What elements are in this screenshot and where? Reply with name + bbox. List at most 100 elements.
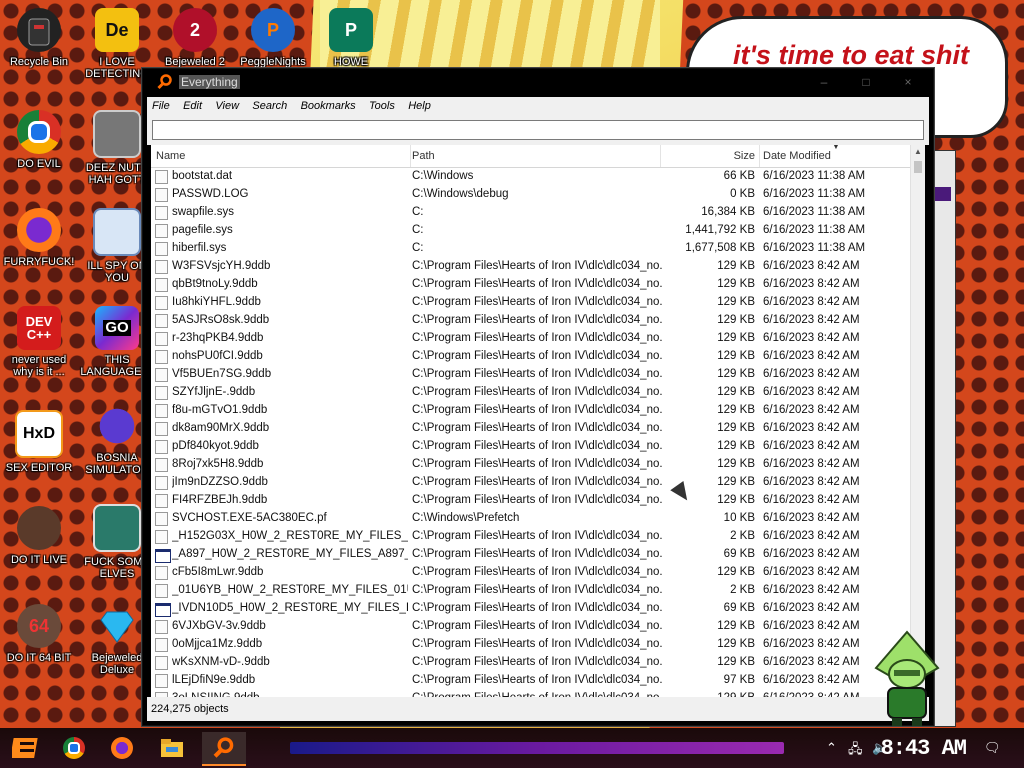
table-row[interactable]: 3oLNSIING.9ddb C:\Program Files\Hearts of… [151,689,911,697]
chrome-icon [63,737,85,759]
file-path: C:\Program Files\Hearts of Iron IV\dlc\d… [412,602,662,614]
file-icon [155,224,168,238]
menu-tools[interactable]: Tools [364,97,400,115]
menu-view[interactable]: View [210,97,244,115]
network-icon[interactable]: 🖧 [848,740,863,762]
file-date-modified: 6/16/2023 8:42 AM [763,296,860,308]
hta-file-icon [155,549,171,563]
column-header-name[interactable]: Name [151,145,411,167]
file-icon [155,170,168,184]
taskbar-firefox[interactable] [104,732,140,764]
menu-search[interactable]: Search [247,97,292,115]
table-row[interactable]: Iu8hkiYHFL.9ddb C:\Program Files\Hearts o… [151,293,911,311]
file-path: C:\Program Files\Hearts of Iron IV\dlc\d… [412,260,662,272]
table-row[interactable]: qbBt9tnoLy.9ddb C:\Program Files\Hearts o… [151,275,911,293]
taskbar-file-explorer[interactable] [154,732,190,764]
file-size: 129 KB [717,368,755,380]
table-row[interactable]: f8u-mGTvO1.9ddb C:\Program Files\Hearts o… [151,401,911,419]
file-name: 3oLNSIING.9ddb [172,689,408,697]
table-row[interactable]: _IVDN10D5_H0W_2_REST0RE_MY_FILES_IVD... C… [151,599,911,617]
vertical-scrollbar[interactable]: ▲ [910,145,925,697]
file-size: 129 KB [717,440,755,452]
desktop-icon-do-it-64-bit[interactable]: 64 DO IT 64 BIT [2,604,76,664]
table-row[interactable]: Vf5BUEn7SG.9ddb C:\Program Files\Hearts o… [151,365,911,383]
file-path: C:\Program Files\Hearts of Iron IV\dlc\d… [412,656,662,668]
table-row[interactable]: swapfile.sys C: 16,384 KB 6/16/2023 11:38 A… [151,203,911,221]
taskbar-everything[interactable] [202,732,246,766]
maximize-button[interactable]: □ [845,71,887,93]
file-size: 129 KB [717,422,755,434]
column-header-size[interactable]: Size [661,145,760,167]
taskbar-chrome[interactable] [56,732,92,764]
desktop-icon-do-it-live[interactable]: DO IT LIVE [2,506,76,566]
file-name: 5ASJRsO8sk.9ddb [172,314,270,326]
menu-edit[interactable]: Edit [178,97,207,115]
table-row[interactable]: lLEjDfiN9e.9ddb C:\Program Files\Hearts o… [151,671,911,689]
table-row[interactable]: pagefile.sys C: 1,441,792 KB 6/16/2023 11:3… [151,221,911,239]
table-row[interactable]: 8Roj7xk5H8.9ddb C:\Program Files\Hearts o… [151,455,911,473]
table-row[interactable]: 6VJXbGV-3v.9ddb C:\Program Files\Hearts o… [151,617,911,635]
minimize-button[interactable]: – [803,71,845,93]
publisher-icon: P [329,8,373,52]
table-row[interactable]: _01U6YB_H0W_2_REST0RE_MY_FILES_01U6... C:… [151,581,911,599]
desktop-icon-never-used[interactable]: DEV C++ never used why is it ... [2,306,76,378]
table-row[interactable]: nohsPU0fCI.9ddb C:\Program Files\Hearts o… [151,347,911,365]
title-bar[interactable]: Everything – □ × [143,69,933,97]
search-input[interactable] [152,120,924,140]
table-row[interactable]: _H152G03X_H0W_2_REST0RE_MY_FILES_H1... C:… [151,527,911,545]
table-row[interactable]: 0oMjjca1Mz.9ddb C:\Program Files\Hearts o… [151,635,911,653]
table-row[interactable]: jIm9nDZZSO.9ddb C:\Program Files\Hearts o… [151,473,911,491]
menu-help[interactable]: Help [403,97,436,115]
table-row[interactable]: _A897_H0W_2_REST0RE_MY_FILES_A897_.hta C:… [151,545,911,563]
file-icon [155,458,168,472]
desktop-icon-furryfuck[interactable]: FURRYFUCK! [2,208,76,268]
everything-window[interactable]: Everything – □ × File Edit View Search B… [142,68,934,726]
desktop-icon-howe[interactable]: P HOWE [314,8,388,68]
scroll-thumb[interactable] [914,161,922,173]
close-button[interactable]: × [887,71,929,93]
object-count: 224,275 objects [151,703,229,715]
taskbar-clock[interactable]: 8:43 AM [881,736,967,761]
file-size: 129 KB [717,332,755,344]
desktop-icon-label: PeggleNights [240,56,306,68]
table-row[interactable]: SVCHOST.EXE-5AC380EC.pf C:\Windows\Prefet… [151,509,911,527]
file-date-modified: 6/16/2023 8:42 AM [763,584,860,596]
scroll-up-icon[interactable]: ▲ [913,147,923,157]
menu-file[interactable]: File [147,97,175,115]
file-size: 0 KB [730,188,755,200]
desktop-icon-bejeweled-2[interactable]: 2 Bejeweled 2 [158,8,232,68]
table-row[interactable]: 5ASJRsO8sk.9ddb C:\Program Files\Hearts o… [151,311,911,329]
desktop-icon-do-evil[interactable]: DO EVIL [2,110,76,170]
table-row[interactable]: hiberfil.sys C: 1,677,508 KB 6/16/2023 11:3… [151,239,911,257]
file-path: C:\Program Files\Hearts of Iron IV\dlc\d… [412,404,662,416]
file-path: C:\Program Files\Hearts of Iron IV\dlc\d… [412,620,662,632]
start-button[interactable] [8,732,44,764]
menu-bookmarks[interactable]: Bookmarks [296,97,361,115]
file-icon [155,206,168,220]
file-name: pagefile.sys [172,224,233,236]
desktop-icon-peggle-nights[interactable]: P PeggleNights [236,8,310,68]
file-name: f8u-mGTvO1.9ddb [172,404,268,416]
table-row[interactable]: cFb5I8mLwr.9ddb C:\Program Files\Hearts o… [151,563,911,581]
table-row[interactable]: SZYfJljnE-.9ddb C:\Program Files\Hearts o… [151,383,911,401]
file-path: C:\Program Files\Hearts of Iron IV\dlc\d… [412,422,662,434]
table-row[interactable]: wKsXNM-vD-.9ddb C:\Program Files\Hearts o… [151,653,911,671]
desktop-icon-sex-editor[interactable]: HxD SEX EDITOR [2,410,76,474]
table-row[interactable]: FI4RFZBEJh.9ddb C:\Program Files\Hearts o… [151,491,911,509]
desktop-icon-recycle-bin[interactable]: Recycle Bin [2,8,76,68]
table-row[interactable]: dk8am90MrX.9ddb C:\Program Files\Hearts o… [151,419,911,437]
results-list[interactable]: Name Path Size Date Modified ▼ bootstat.… [151,145,925,697]
table-row[interactable]: r-23hqPKB4.9ddb C:\Program Files\Hearts o… [151,329,911,347]
everything-search-icon [213,737,234,758]
table-row[interactable]: PASSWD.LOG C:\Windows\debug 0 KB 6/16/2023 … [151,185,911,203]
file-icon [155,494,168,508]
table-row[interactable]: bootstat.dat C:\Windows 66 KB 6/16/2023 11:… [151,167,911,185]
table-row[interactable]: pDf840kyot.9ddb C:\Program Files\Hearts o… [151,437,911,455]
file-name: 8Roj7xk5H8.9ddb [172,458,264,470]
file-date-modified: 6/16/2023 8:42 AM [763,332,860,344]
column-header-path[interactable]: Path [411,145,661,167]
chevron-up-icon[interactable]: ⌃ [826,740,837,756]
file-path: C:\Program Files\Hearts of Iron IV\dlc\d… [412,332,662,344]
notifications-icon[interactable]: 🗨 [984,740,1001,756]
table-row[interactable]: W3FSVsjcYH.9ddb C:\Program Files\Hearts o… [151,257,911,275]
